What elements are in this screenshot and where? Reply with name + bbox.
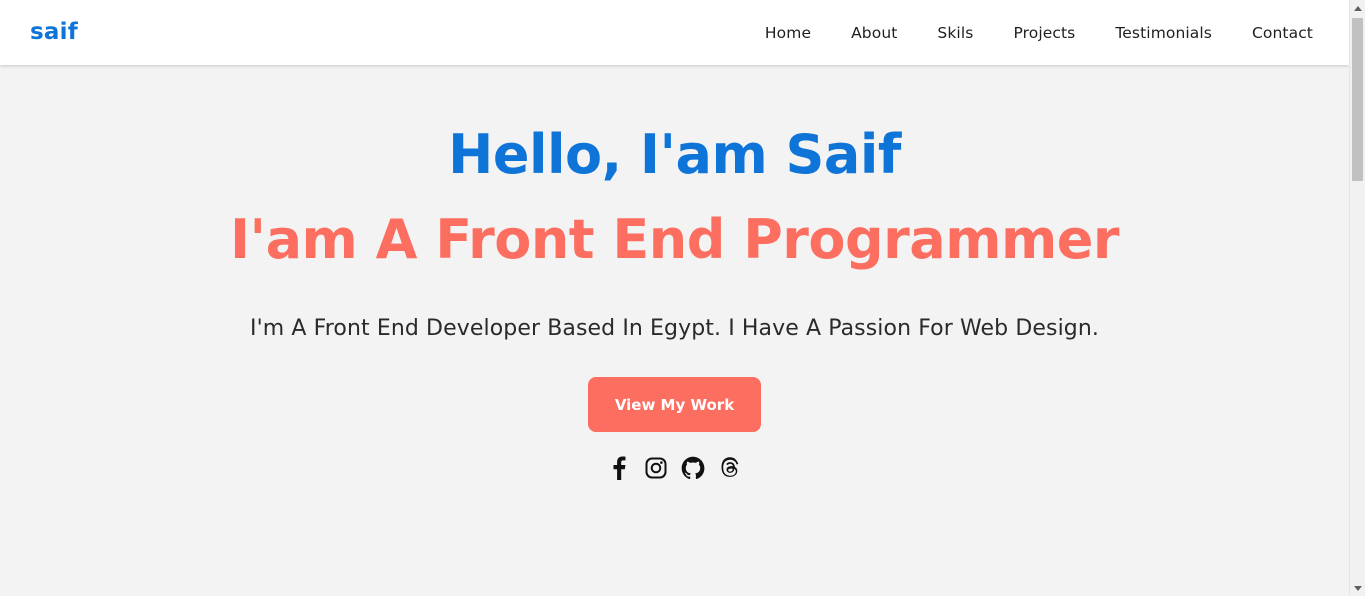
- scroll-up-arrow-icon[interactable]: [1350, 0, 1365, 16]
- nav-skills-link[interactable]: Skils: [937, 24, 973, 42]
- nav-home-link[interactable]: Home: [765, 24, 811, 42]
- social-links: [0, 456, 1349, 480]
- page: saif Home About Skils Projects Testimoni…: [0, 0, 1365, 596]
- view-my-work-button[interactable]: View My Work: [588, 377, 761, 432]
- threads-icon[interactable]: [718, 456, 742, 480]
- nav-testimonials-link[interactable]: Testimonials: [1115, 24, 1212, 42]
- nav-projects-link[interactable]: Projects: [1013, 24, 1075, 42]
- site-logo[interactable]: saif: [30, 19, 78, 45]
- site-header: saif Home About Skils Projects Testimoni…: [0, 0, 1349, 65]
- nav-contact-link[interactable]: Contact: [1252, 24, 1313, 42]
- scrollbar-thumb[interactable]: [1352, 18, 1363, 181]
- instagram-icon[interactable]: [644, 456, 668, 480]
- hero-section: Hello, I'am Saif I'am A Front End Progra…: [0, 65, 1349, 596]
- scroll-down-arrow-icon[interactable]: [1350, 580, 1365, 596]
- hero-title: Hello, I'am Saif: [448, 123, 901, 186]
- main-nav: Home About Skils Projects Testimonials C…: [725, 24, 1313, 42]
- page-scrollbar[interactable]: [1349, 0, 1365, 596]
- hero-subtitle: I'am A Front End Programmer: [229, 208, 1120, 271]
- hero-description: I'm A Front End Developer Based In Egypt…: [250, 316, 1099, 341]
- github-icon[interactable]: [681, 456, 705, 480]
- nav-about-link[interactable]: About: [851, 24, 897, 42]
- facebook-icon[interactable]: [607, 456, 631, 480]
